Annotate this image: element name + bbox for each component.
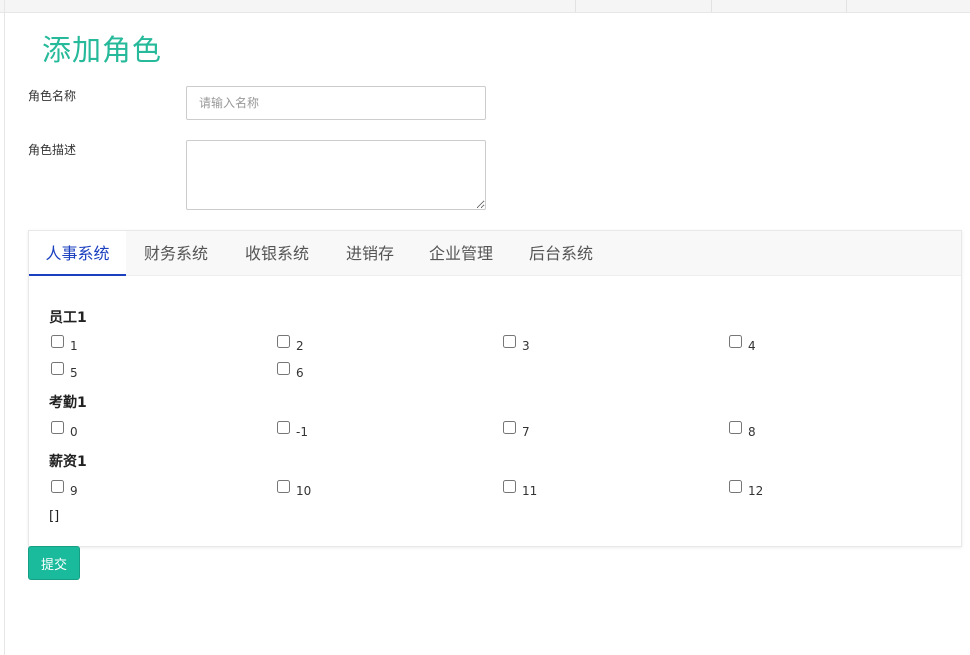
checkbox-label: 3 bbox=[522, 339, 530, 353]
checkbox-label: -1 bbox=[296, 425, 308, 439]
checkbox-label: 8 bbox=[748, 425, 756, 439]
top-nav-divider bbox=[711, 0, 712, 12]
checkbox-label: 0 bbox=[70, 425, 78, 439]
checkbox-input[interactable] bbox=[277, 480, 290, 493]
checkbox-input[interactable] bbox=[51, 480, 64, 493]
checkbox-label: 5 bbox=[70, 366, 78, 380]
checkbox-input[interactable] bbox=[729, 421, 742, 434]
checkbox-input[interactable] bbox=[503, 335, 516, 348]
checkbox-input[interactable] bbox=[277, 335, 290, 348]
checkbox-label: 1 bbox=[70, 339, 78, 353]
checkbox-label: 9 bbox=[70, 484, 78, 498]
tab-inventory-system[interactable]: 进销存 bbox=[335, 231, 405, 276]
top-nav-bar bbox=[0, 0, 970, 13]
role-desc-textarea[interactable] bbox=[186, 140, 486, 210]
page-title: 添加角色 bbox=[42, 33, 163, 67]
checkbox-label: 6 bbox=[296, 366, 304, 380]
tab-finance-system[interactable]: 财务系统 bbox=[133, 231, 219, 276]
checkbox-input[interactable] bbox=[503, 480, 516, 493]
checkbox-input[interactable] bbox=[503, 421, 516, 434]
group-title-employee: 员工1 bbox=[49, 310, 87, 326]
top-nav-divider bbox=[575, 0, 576, 12]
role-name-label: 角色名称 bbox=[28, 89, 77, 103]
checkbox-label: 10 bbox=[296, 484, 312, 498]
checkbox-label: 7 bbox=[522, 425, 530, 439]
checkbox-input[interactable] bbox=[51, 362, 64, 375]
tab-backend-system[interactable]: 后台系统 bbox=[518, 231, 604, 276]
checkbox-input[interactable] bbox=[277, 362, 290, 375]
checkbox-input[interactable] bbox=[729, 335, 742, 348]
checkbox-label: 4 bbox=[748, 339, 756, 353]
role-name-input[interactable] bbox=[186, 86, 486, 120]
role-desc-label: 角色描述 bbox=[28, 143, 77, 157]
checkbox-label: 11 bbox=[522, 484, 538, 498]
tab-hr-system[interactable]: 人事系统 bbox=[29, 231, 126, 276]
checkbox-input[interactable] bbox=[729, 480, 742, 493]
tab-cashier-system[interactable]: 收银系统 bbox=[234, 231, 320, 276]
group-title-attendance: 考勤1 bbox=[49, 395, 87, 411]
submit-button[interactable]: 提交 bbox=[28, 546, 80, 580]
checkbox-input[interactable] bbox=[51, 335, 64, 348]
selection-output: [] bbox=[49, 509, 60, 524]
permissions-panel: 人事系统 财务系统 收银系统 进销存 企业管理 后台系统 员工1 1 2 3 4… bbox=[28, 230, 962, 547]
top-nav-divider bbox=[846, 0, 847, 12]
group-title-salary: 薪资1 bbox=[49, 454, 87, 470]
checkbox-label: 12 bbox=[748, 484, 764, 498]
checkbox-input[interactable] bbox=[277, 421, 290, 434]
system-tabs: 人事系统 财务系统 收银系统 进销存 企业管理 后台系统 bbox=[29, 231, 961, 276]
tab-enterprise-management[interactable]: 企业管理 bbox=[418, 231, 504, 276]
left-border bbox=[4, 0, 5, 655]
checkbox-input[interactable] bbox=[51, 421, 64, 434]
checkbox-label: 2 bbox=[296, 339, 304, 353]
